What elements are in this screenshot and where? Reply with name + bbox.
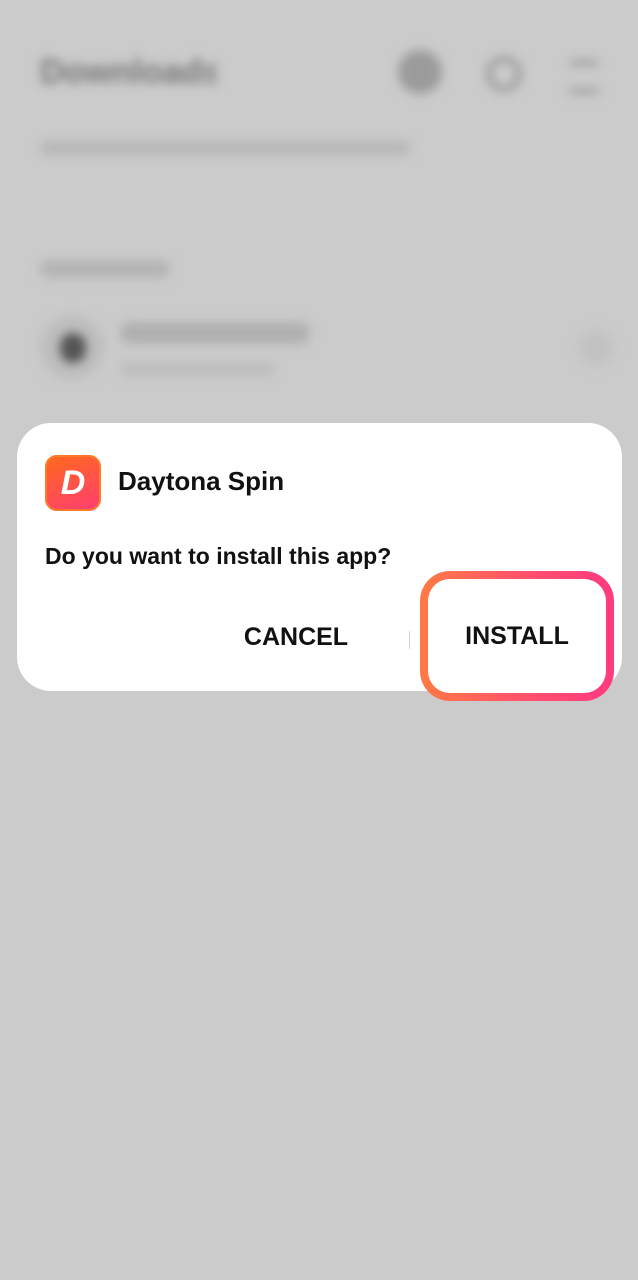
install-button[interactable]: INSTALL xyxy=(428,579,606,693)
app-icon: D xyxy=(45,455,101,511)
background-file-name xyxy=(120,322,310,344)
background-title: Downloads xyxy=(40,53,216,91)
background-more-icon xyxy=(578,330,614,366)
cancel-button[interactable]: CANCEL xyxy=(217,615,375,659)
background-file-icon xyxy=(40,315,104,379)
background-file-meta xyxy=(120,362,275,376)
app-icon-letter: D xyxy=(60,463,86,502)
menu-icon xyxy=(562,50,606,94)
install-highlight: INSTALL xyxy=(420,571,614,701)
background-subtitle xyxy=(40,140,410,156)
install-button-label: INSTALL xyxy=(465,621,569,650)
install-question: Do you want to install this app? xyxy=(45,543,392,569)
button-divider xyxy=(409,631,410,649)
info-icon xyxy=(398,50,442,94)
app-name: Daytona Spin xyxy=(118,466,285,496)
background-date-header xyxy=(40,260,170,278)
search-icon xyxy=(480,50,524,94)
